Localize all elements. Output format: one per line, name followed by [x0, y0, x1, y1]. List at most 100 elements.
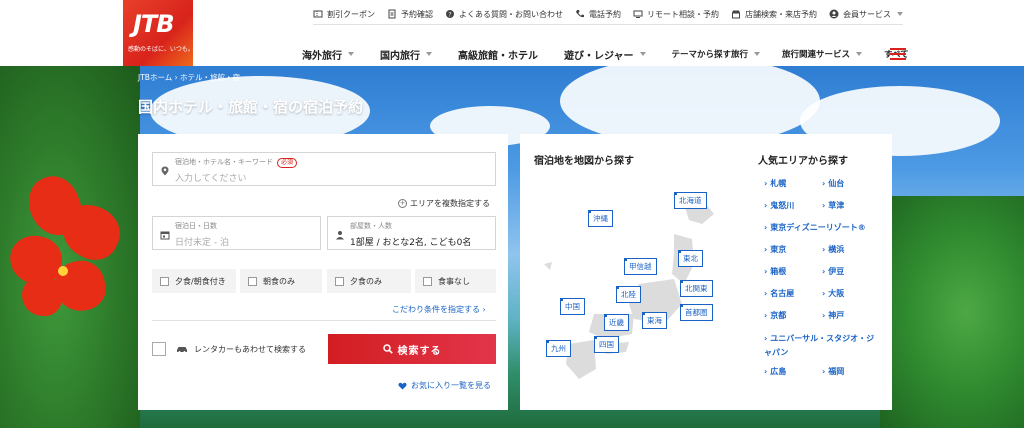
destination-field[interactable]: 宿泊地・ホテル名・キーワード 必須 入力してください: [152, 152, 496, 186]
meal-option-label: 夕食のみ: [350, 276, 382, 286]
guests-label: 部屋数・人数: [350, 222, 392, 230]
hamburger-menu-icon[interactable]: [890, 48, 906, 60]
area-kyoto[interactable]: 京都: [764, 310, 786, 321]
chevron-down-icon: [639, 52, 646, 56]
rental-car-option[interactable]: レンタカーもあわせて検索する: [152, 342, 306, 356]
car-icon: [177, 347, 187, 353]
util-faq[interactable]: ? よくある質問・お問い合わせ: [445, 9, 563, 20]
area-kobe[interactable]: 神戸: [822, 310, 844, 321]
region-shikoku[interactable]: 四国: [594, 336, 619, 353]
destination-input[interactable]: 入力してください: [175, 171, 246, 184]
meal-option-label: 朝食のみ: [263, 276, 295, 286]
area-fukuoka[interactable]: 福岡: [822, 366, 844, 377]
nav-leisure[interactable]: 遊び・レジャー: [564, 47, 646, 62]
utility-divider: [313, 24, 903, 25]
destination-label: 宿泊地・ホテル名・キーワード 必須: [175, 157, 298, 168]
checkbox[interactable]: [160, 276, 169, 286]
meal-option-none[interactable]: 食事なし: [415, 269, 496, 293]
checkbox[interactable]: [335, 276, 344, 286]
region-kitakanto[interactable]: 北関東: [680, 280, 713, 297]
area-sendai[interactable]: 仙台: [822, 178, 844, 189]
nav-theme[interactable]: テーマから探す旅行: [672, 48, 761, 60]
member-icon: [829, 9, 839, 19]
area-kusatsu[interactable]: 草津: [822, 200, 844, 211]
area-yokohama[interactable]: 横浜: [822, 244, 844, 255]
util-remote[interactable]: リモート相談・予約: [633, 9, 719, 20]
util-member-label: 会員サービス: [843, 9, 891, 19]
multi-area-link[interactable]: + エリアを複数指定する: [398, 198, 490, 209]
area-osaka[interactable]: 大阪: [822, 288, 844, 299]
hero-foliage-right: [880, 196, 1024, 428]
nav-overseas-label: 海外旅行: [302, 50, 342, 62]
region-okinawa[interactable]: 沖縄: [588, 210, 613, 227]
region-kinki[interactable]: 近畿: [604, 314, 629, 331]
svg-text:?: ?: [448, 12, 451, 19]
chevron-down-icon: [426, 52, 432, 56]
area-hakone[interactable]: 箱根: [764, 266, 786, 277]
region-kyushu[interactable]: 九州: [546, 340, 571, 357]
faq-icon: ?: [446, 10, 454, 19]
util-reservation-label: 予約確認: [401, 9, 433, 19]
util-store-label: 店舗検索・来店予約: [745, 9, 817, 19]
area-hiroshima[interactable]: 広島: [764, 366, 786, 377]
guests-input[interactable]: 1部屋 / おとな2名, こども0名: [350, 235, 471, 248]
util-store[interactable]: 店舗検索・来店予約: [731, 9, 817, 20]
date-input[interactable]: 日付未定 - 泊: [175, 235, 229, 248]
area-sapporo[interactable]: 札幌: [764, 178, 786, 189]
nav-luxury[interactable]: 高級旅館・ホテル: [458, 47, 538, 62]
reservation-icon: [388, 9, 396, 19]
search-button-label: 検索する: [397, 345, 442, 357]
area-nagoya[interactable]: 名古屋: [764, 288, 794, 299]
nav-overseas[interactable]: 海外旅行: [302, 47, 354, 62]
search-button[interactable]: 検索する: [328, 334, 496, 364]
util-member[interactable]: 会員サービス: [829, 9, 903, 20]
multi-area-label: エリアを複数指定する: [410, 199, 490, 208]
destination-label-text: 宿泊地・ホテル名・キーワード: [175, 158, 273, 166]
logo-text: JTB: [133, 10, 175, 38]
chevron-down-icon: [348, 52, 354, 56]
region-hokkaido[interactable]: 北海道: [674, 192, 707, 209]
region-shutoken[interactable]: 首都圏: [680, 304, 713, 321]
meal-option-both[interactable]: 夕食/朝食付き: [152, 269, 236, 293]
region-chugoku[interactable]: 中国: [560, 298, 585, 315]
area-izu[interactable]: 伊豆: [822, 266, 844, 277]
nav-domestic[interactable]: 国内旅行: [380, 47, 432, 62]
checkbox[interactable]: [423, 276, 432, 286]
rental-car-checkbox[interactable]: [152, 342, 166, 356]
area-universal-studios-japan[interactable]: ユニバーサル・スタジオ・ジャパン: [764, 332, 876, 360]
guests-field[interactable]: 部屋数・人数 1部屋 / おとな2名, こども0名: [327, 216, 496, 250]
nav-services[interactable]: 旅行関連サービス: [782, 48, 863, 60]
breadcrumb[interactable]: JTBホーム › ホテル・旅館・宿: [138, 72, 240, 83]
region-tohoku[interactable]: 東北: [678, 250, 703, 267]
meal-option-dinner[interactable]: 夕食のみ: [327, 269, 411, 293]
util-phone[interactable]: 電話予約: [575, 9, 621, 20]
util-coupon[interactable]: 割引クーポン: [313, 9, 375, 20]
panel-divider: [152, 320, 496, 321]
area-tokyo-disney[interactable]: 東京ディズニーリゾート®: [764, 222, 865, 233]
util-reservation[interactable]: 予約確認: [387, 9, 433, 20]
map-panel: 宿泊地を地図から探す 沖縄 北海道 甲信越 東北 北関東 北陸 中国 近畿 東海…: [520, 134, 892, 410]
meal-option-breakfast[interactable]: 朝食のみ: [240, 269, 322, 293]
nav-services-label: 旅行関連サービス: [782, 50, 851, 60]
area-tokyo[interactable]: 東京: [764, 244, 786, 255]
advanced-conditions-link[interactable]: こだわり条件を指定する ›: [392, 304, 486, 315]
util-coupon-label: 割引クーポン: [327, 9, 375, 19]
person-icon: [336, 231, 344, 240]
nav-domestic-label: 国内旅行: [380, 50, 420, 62]
checkbox[interactable]: [248, 276, 257, 286]
date-field[interactable]: 宿泊日・日数 日付未定 - 泊: [152, 216, 321, 250]
rental-car-label: レンタカーもあわせて検索する: [194, 344, 306, 354]
chevron-down-icon: [856, 52, 863, 56]
required-badge: 必須: [277, 158, 298, 168]
region-hokuriku[interactable]: 北陸: [616, 286, 641, 303]
area-kinugawa[interactable]: 鬼怒川: [764, 200, 794, 211]
region-koshinetsu[interactable]: 甲信越: [624, 258, 657, 275]
favorites-link[interactable]: お気に入り一覧を見る: [398, 380, 491, 391]
popular-areas-title: 人気エリアから探す: [758, 156, 848, 167]
heart-icon: [398, 382, 407, 390]
region-tokai[interactable]: 東海: [642, 312, 667, 329]
favorites-label: お気に入り一覧を見る: [411, 381, 491, 390]
date-label: 宿泊日・日数: [175, 222, 217, 230]
jtb-logo[interactable]: JTB 感動のそばに、いつも。: [123, 0, 194, 66]
meal-option-label: 夕食/朝食付き: [175, 276, 226, 286]
